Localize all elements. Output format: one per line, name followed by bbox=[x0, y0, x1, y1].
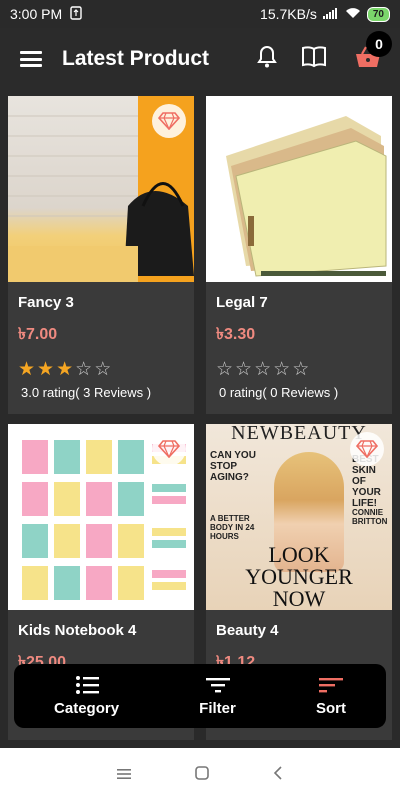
star-rating: ☆ ☆ ☆ ☆ ☆ bbox=[216, 360, 382, 379]
product-card[interactable]: Fancy 3 ৳7.00 ★ ★ ★ ☆ ☆ 3.0 rating( 3 Re… bbox=[8, 96, 194, 414]
rating-text: 3.0 rating( 3 Reviews ) bbox=[21, 385, 152, 400]
product-image bbox=[8, 424, 194, 610]
cover-headline: CAN YOU STOP AGING? bbox=[210, 450, 256, 483]
product-price: ৳7.00 bbox=[18, 326, 58, 343]
cover-headline: CONNIE BRITTON bbox=[352, 508, 388, 526]
star-empty-icon: ☆ bbox=[235, 359, 253, 380]
home-icon[interactable] bbox=[195, 764, 209, 785]
filter-icon bbox=[205, 675, 230, 695]
star-empty-icon: ☆ bbox=[94, 359, 112, 380]
rating-text: 0 rating( 0 Reviews ) bbox=[219, 385, 339, 400]
cover-headline: LOOK YOUNGER NOW bbox=[245, 542, 353, 610]
bottom-action-bar: Category Filter Sort bbox=[14, 664, 386, 728]
sort-button[interactable]: Sort bbox=[316, 675, 346, 717]
page-title: Latest Product bbox=[62, 47, 210, 70]
star-empty-icon: ☆ bbox=[216, 359, 234, 380]
menu-icon[interactable] bbox=[20, 51, 42, 67]
battery-indicator: 70 bbox=[366, 6, 390, 22]
star-rating: ★ ★ ★ ☆ ☆ bbox=[18, 360, 184, 379]
product-price: ৳3.30 bbox=[216, 326, 256, 343]
cart-count-badge: 0 bbox=[366, 31, 392, 57]
usb-icon bbox=[70, 5, 82, 23]
product-name: Fancy 3 bbox=[18, 294, 74, 311]
recent-apps-icon[interactable] bbox=[117, 764, 131, 785]
product-name: Legal 7 bbox=[216, 294, 268, 311]
star-filled-icon: ★ bbox=[37, 359, 55, 380]
network-speed: 15.7KB/s bbox=[260, 6, 317, 22]
list-icon bbox=[75, 675, 99, 695]
wifi-icon bbox=[345, 6, 361, 22]
book-icon[interactable] bbox=[300, 45, 328, 74]
signal-icon bbox=[322, 6, 339, 22]
star-empty-icon: ☆ bbox=[254, 359, 272, 380]
product-image bbox=[206, 96, 392, 282]
filter-label: Filter bbox=[199, 700, 236, 717]
product-card[interactable]: Legal 7 ৳3.30 ☆ ☆ ☆ ☆ ☆ 0 rating( 0 Revi… bbox=[206, 96, 392, 414]
cover-headline: A BETTER BODY IN 24 HOURS bbox=[210, 514, 255, 541]
star-filled-icon: ★ bbox=[56, 359, 74, 380]
star-filled-icon: ★ bbox=[18, 359, 36, 380]
category-label: Category bbox=[54, 700, 120, 717]
status-time: 3:00 PM bbox=[10, 6, 63, 22]
sort-label: Sort bbox=[315, 700, 346, 717]
star-empty-icon: ☆ bbox=[273, 359, 291, 380]
product-name: Beauty 4 bbox=[216, 622, 279, 639]
diamond-badge-icon bbox=[152, 432, 186, 466]
filter-button[interactable]: Filter bbox=[199, 675, 236, 717]
product-name: Kids Notebook 4 bbox=[18, 622, 137, 639]
system-nav-bar bbox=[0, 748, 400, 800]
category-button[interactable]: Category bbox=[54, 675, 119, 717]
star-empty-icon: ☆ bbox=[292, 359, 310, 380]
status-bar: 3:00 PM 15.7KB/s 70 bbox=[0, 0, 400, 28]
bell-icon[interactable] bbox=[256, 45, 278, 74]
back-icon[interactable] bbox=[273, 764, 283, 785]
product-image bbox=[8, 96, 194, 282]
star-empty-icon: ☆ bbox=[75, 359, 93, 380]
diamond-badge-icon bbox=[152, 104, 186, 138]
diamond-badge-icon bbox=[350, 432, 384, 466]
product-image: NEWBEAUTY CAN YOU STOP AGING? A BETTER B… bbox=[206, 424, 392, 610]
cart-button[interactable]: 0 bbox=[350, 31, 392, 77]
app-bar: Latest Product 0 bbox=[0, 28, 400, 90]
sort-icon bbox=[318, 675, 343, 695]
